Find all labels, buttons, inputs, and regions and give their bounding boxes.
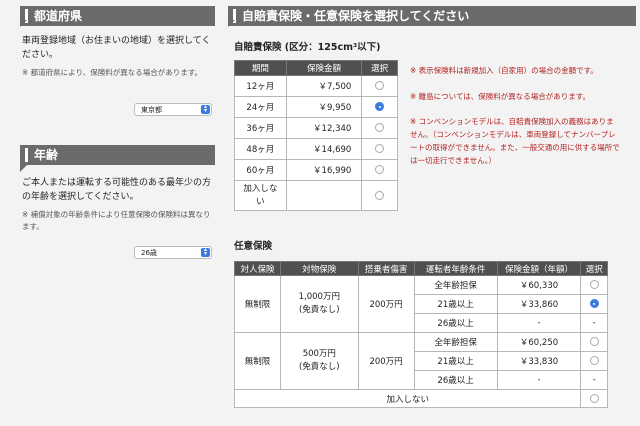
nini-row[interactable]: 無制限 1,000万円 (免責なし) 200万円 全年齢担保 ￥60,330: [233, 275, 608, 333]
main-title: 自賠責保険・任意保険を選択してください: [242, 9, 470, 23]
jibaiseki-header-select: 選択: [361, 60, 398, 76]
jibaiseki-row[interactable]: 24ヶ月 ￥9,950: [234, 96, 398, 118]
nini-amount: ￥33,830: [496, 351, 582, 371]
nini-taibutsu-line2: (免責なし): [298, 362, 340, 372]
jibaiseki-radio-60[interactable]: [375, 165, 385, 174]
nini-taibutsu-line2: (免責なし): [298, 305, 340, 315]
nini-cond: 26歳以上: [413, 370, 498, 390]
nini-cond: 21歳以上: [413, 351, 498, 371]
prefecture-header-tab: [20, 20, 27, 27]
nini-taibutsu-line1: 500万円: [302, 349, 336, 359]
nini-tojo: 200万円: [357, 275, 415, 333]
jibaiseki-radio-36[interactable]: [375, 123, 385, 132]
nini-cond: 26歳以上: [413, 313, 498, 333]
prefecture-select-value: 東京都: [141, 106, 162, 114]
nini-amount: ￥60,330: [496, 275, 582, 295]
nini-radio-g1-21[interactable]: [589, 299, 599, 308]
jibaiseki-row[interactable]: 60ヶ月 ￥16,990: [234, 159, 398, 181]
jibaiseki-note-1: ※ 表示保険料は新規加入（自家用）の場合の金額です。: [410, 66, 598, 75]
nini-row-none[interactable]: 加入しない: [233, 389, 608, 408]
age-header-tab: [20, 165, 27, 172]
nini-table: 対人保険 対物保険 搭乗者傷害 運転者年齢条件 保険金額（年額） 選択 無制限 …: [233, 261, 608, 408]
main-header-tab: [228, 20, 235, 27]
age-description: ご本人または運転する可能性のある最年少の方の年齢を選択してください。: [22, 178, 212, 202]
jibaiseki-none-label: 加入しない: [234, 180, 287, 211]
jibaiseki-note-2: ※ 離島については、保険料が異なる場合があります。: [410, 92, 591, 101]
jibaiseki-amount: ￥12,340: [285, 117, 363, 139]
jibaiseki-amount: [285, 180, 363, 211]
nini-tojo: 200万円: [357, 332, 415, 390]
jibaiseki-row-none[interactable]: 加入しない: [234, 180, 398, 211]
jibaiseki-amount: ￥7,500: [285, 75, 363, 97]
jibaiseki-heading: 自賠責保険 (区分：125cm³以下): [234, 42, 381, 53]
age-note: ※ 補償対象の年齢条件により任意保険の保険料は異なります。: [22, 210, 211, 231]
nini-heading: 任意保険: [234, 241, 273, 252]
nini-row[interactable]: 無制限 500万円 (免責なし) 200万円 全年齢担保 ￥60,250: [233, 332, 608, 390]
jibaiseki-period: 24ヶ月: [234, 96, 287, 118]
nini-taibutsu: 500万円 (免責なし): [280, 332, 359, 390]
select-arrow-icon: ▴ ▾: [201, 247, 210, 257]
nini-radio-g1-all[interactable]: [589, 280, 599, 289]
nini-taibutsu: 1,000万円 (免責なし): [280, 275, 359, 333]
jibaiseki-amount: ￥16,990: [285, 159, 363, 181]
prefecture-select[interactable]: 東京都 ▴ ▾: [134, 103, 212, 116]
jibaiseki-note-3: ※ コンベンションモデルは、自賠責保険加入の義務はありません。（コンベンションモ…: [410, 117, 620, 165]
nini-cond: 21歳以上: [413, 294, 498, 314]
nini-radio-g2-21[interactable]: [589, 356, 599, 365]
prefecture-note: ※ 都道府県により、保険料が異なる場合があります。: [22, 68, 202, 77]
nini-taibutsu-line1: 1,000万円: [298, 292, 340, 302]
age-title: 年齢: [34, 148, 59, 162]
jibaiseki-period: 48ヶ月: [234, 138, 287, 160]
nini-none-label: 加入しない: [233, 389, 582, 408]
nini-select-empty: -: [580, 370, 608, 390]
jibaiseki-row[interactable]: 48ヶ月 ￥14,690: [234, 138, 398, 160]
prefecture-section-header: 都道府県: [20, 6, 215, 26]
nini-cond: 全年齢担保: [413, 332, 498, 352]
jibaiseki-amount: ￥9,950: [285, 96, 363, 118]
nini-cond: 全年齢担保: [413, 275, 498, 295]
nini-header-amount: 保険金額（年額）: [496, 261, 582, 276]
jibaiseki-row[interactable]: 12ヶ月 ￥7,500: [234, 75, 398, 97]
nini-header-taibutsu: 対物保険: [280, 261, 359, 276]
main-section-header: 自賠責保険・任意保険を選択してください: [228, 6, 636, 26]
jibaiseki-row[interactable]: 36ヶ月 ￥12,340: [234, 117, 398, 139]
nini-amount: ￥60,250: [496, 332, 582, 352]
nini-taijin: 無制限: [233, 332, 282, 390]
jibaiseki-radio-none[interactable]: [375, 190, 385, 200]
nini-radio-g2-all[interactable]: [589, 337, 599, 346]
age-select-value: 26歳: [141, 249, 157, 257]
nini-amount: -: [496, 370, 582, 390]
nini-header-taijin: 対人保険: [233, 261, 282, 276]
age-select[interactable]: 26歳 ▴ ▾: [134, 246, 212, 259]
jibaiseki-period: 36ヶ月: [234, 117, 287, 139]
jibaiseki-amount: ￥14,690: [285, 138, 363, 160]
select-arrow-icon: ▴ ▾: [201, 104, 210, 114]
nini-amount: -: [496, 313, 582, 333]
prefecture-description: 車両登録地域（お住まいの地域）を選択してください。: [22, 36, 211, 60]
prefecture-title: 都道府県: [34, 9, 83, 23]
jibaiseki-period: 60ヶ月: [234, 159, 287, 181]
nini-amount: ￥33,860: [496, 294, 582, 314]
jibaiseki-radio-48[interactable]: [375, 144, 385, 153]
jibaiseki-radio-24[interactable]: [375, 102, 385, 111]
nini-header-cond: 運転者年齢条件: [413, 261, 498, 276]
nini-header-tojo: 搭乗者傷害: [357, 261, 415, 276]
jibaiseki-radio-12[interactable]: [375, 81, 385, 90]
jibaiseki-table: 期間 保険金額 選択 12ヶ月 ￥7,500 24ヶ月 ￥9,950 36ヶ月 …: [234, 60, 398, 211]
nini-header-select: 選択: [580, 261, 608, 276]
age-section-header: 年齢: [20, 145, 215, 165]
nini-select-empty: -: [580, 313, 608, 333]
jibaiseki-header-period: 期間: [234, 60, 287, 76]
jibaiseki-header-amount: 保険金額: [285, 60, 363, 76]
jibaiseki-period: 12ヶ月: [234, 75, 287, 97]
nini-taijin: 無制限: [233, 275, 282, 333]
nini-radio-none[interactable]: [589, 393, 599, 403]
